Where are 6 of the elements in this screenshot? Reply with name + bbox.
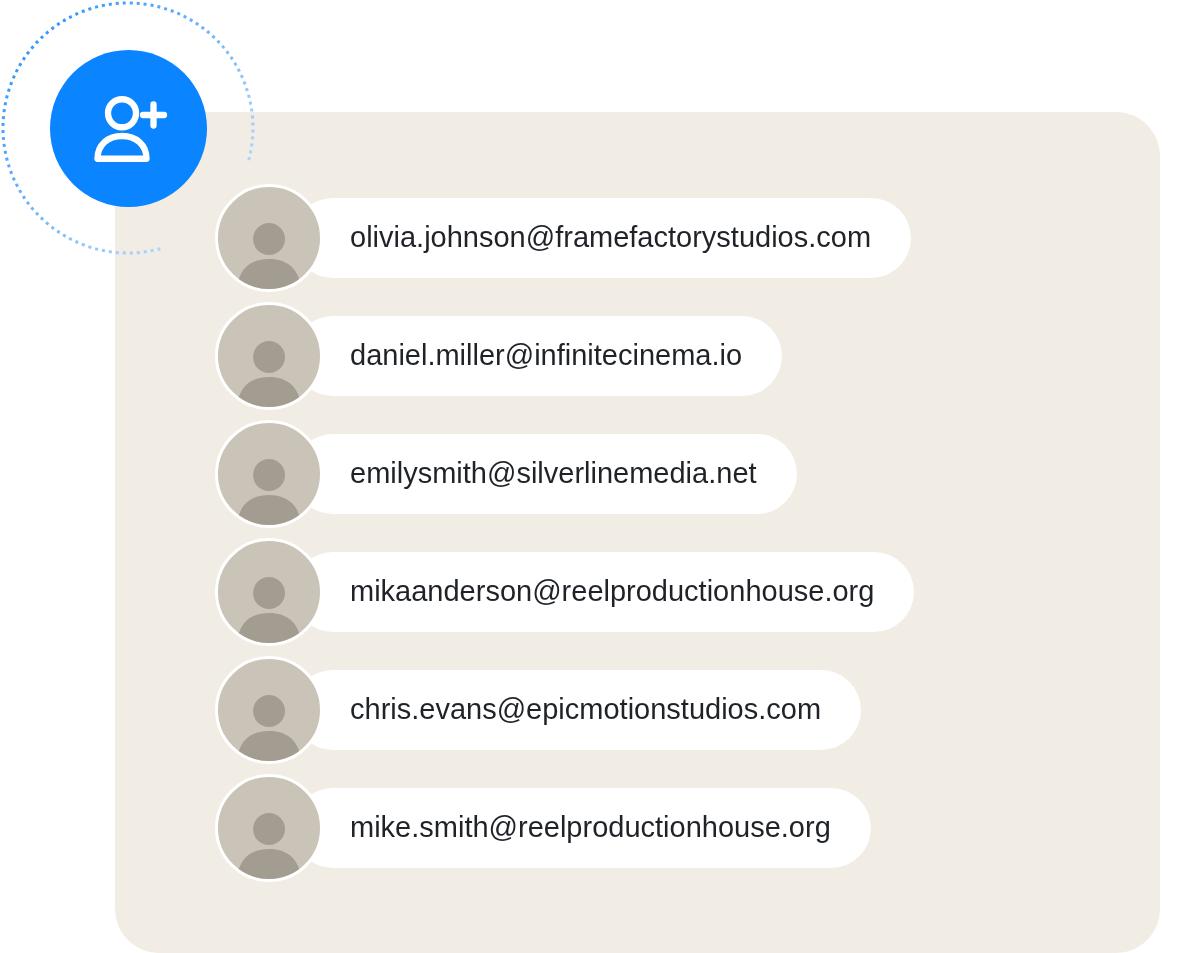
email-address: mikaanderson@reelproductionhouse.org xyxy=(350,574,875,610)
email-address: emilysmith@silverlinemedia.net xyxy=(350,456,757,492)
email-address: mike.smith@reelproductionhouse.org xyxy=(350,810,831,846)
email-address: daniel.miller@infinitecinema.io xyxy=(350,338,743,374)
email-address: chris.evans@epicmotionstudios.com xyxy=(350,692,822,728)
email-address: olivia.johnson@framefactorystudios.com xyxy=(350,220,872,256)
